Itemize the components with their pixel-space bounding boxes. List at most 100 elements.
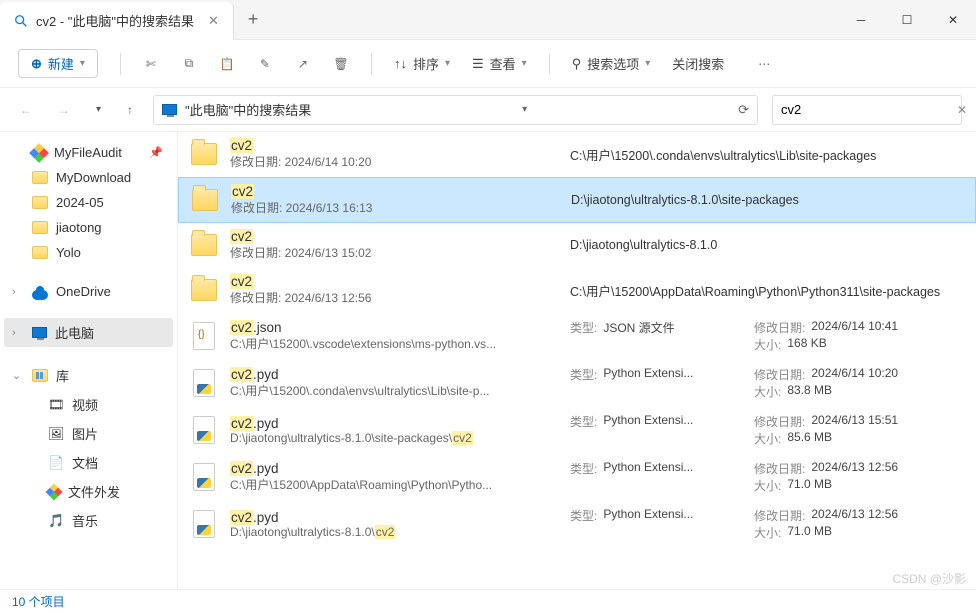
result-main: cv2修改日期: 2024/6/13 16:13 (231, 184, 571, 216)
result-subtitle: 修改日期: 2024/6/13 16:13 (231, 199, 571, 216)
result-main: cv2.pydD:\jiaotong\ultralytics-8.1.0\sit… (230, 416, 570, 445)
result-subtitle: 修改日期: 2024/6/13 15:02 (230, 244, 570, 261)
more-icon[interactable]: ⋯ (756, 56, 772, 72)
result-row[interactable]: cv2.pydC:\用户\15200\AppData\Roaming\Pytho… (178, 454, 976, 501)
sidebar-item-videos[interactable]: 🎞视频 (4, 390, 173, 419)
sidebar-item-jiaotong[interactable]: jiaotong (4, 215, 173, 240)
result-subtitle: C:\用户\15200\AppData\Roaming\Python\Pytho… (230, 476, 570, 493)
result-path: D:\jiaotong\ultralytics-8.1.0\site-packa… (571, 193, 961, 207)
sidebar-item-yolo[interactable]: Yolo (4, 240, 173, 265)
titlebar: cv2 - "此电脑"中的搜索结果 ✕ + ─ ☐ ✕ (0, 0, 976, 40)
json-file-icon (188, 320, 220, 352)
result-row[interactable]: cv2修改日期: 2024/6/13 12:56C:\用户\15200\AppD… (178, 268, 976, 313)
result-row[interactable]: cv2修改日期: 2024/6/13 16:13D:\jiaotong\ultr… (178, 177, 976, 223)
result-row[interactable]: cv2修改日期: 2024/6/14 10:20C:\用户\15200\.con… (178, 132, 976, 177)
search-input[interactable] (781, 102, 957, 117)
sidebar-item-onedrive[interactable]: ›OneDrive (4, 279, 173, 304)
chevron-down-icon: ▾ (80, 58, 85, 69)
search-box[interactable]: ✕ (772, 95, 962, 125)
result-path: D:\jiaotong\ultralytics-8.1.0 (570, 238, 960, 252)
back-button[interactable]: ← (14, 99, 38, 121)
sidebar-item-thispc[interactable]: ›此电脑 (4, 318, 173, 347)
chevron-right-icon[interactable]: › (12, 327, 16, 339)
chevron-down-icon: ▾ (645, 58, 650, 69)
cut-icon[interactable]: ✄ (143, 56, 159, 72)
music-icon: 🎵 (48, 513, 64, 529)
rename-icon[interactable]: ✎ (257, 56, 273, 72)
result-name: cv2.pyd (230, 416, 570, 431)
minimize-button[interactable]: ─ (838, 4, 884, 36)
up-button[interactable]: ↑ (121, 99, 139, 121)
diamond-icon (46, 483, 63, 500)
sidebar-item-myfileaudit[interactable]: MyFileAudit📌 (4, 140, 173, 165)
status-bar: 10 个项目 (0, 589, 976, 613)
search-options-button[interactable]: ⚲ 搜索选项 ▾ (572, 54, 651, 73)
chevron-down-icon[interactable]: ▾ (522, 104, 527, 115)
new-button[interactable]: ⊕ 新建 ▾ (18, 49, 98, 78)
address-text: "此电脑"中的搜索结果 (185, 100, 311, 119)
result-row[interactable]: cv2.pydC:\用户\15200\.conda\envs\ultralyti… (178, 360, 976, 407)
forward-button[interactable]: → (52, 99, 76, 121)
chevron-down-icon[interactable]: ⌄ (12, 369, 21, 382)
new-tab-button[interactable]: + (234, 9, 273, 30)
result-name: cv2 (231, 184, 571, 199)
modified-label: 修改日期: (230, 291, 281, 305)
sidebar-item-fileshare[interactable]: 文件外发 (4, 477, 173, 506)
close-search-button[interactable]: 关闭搜索 (672, 54, 724, 73)
result-meta: 类型:JSON 源文件修改日期:2024/6/14 10:41大小:168 KB (570, 319, 966, 353)
result-row[interactable]: cv2.pydD:\jiaotong\ultralytics-8.1.0\cv2… (178, 501, 976, 548)
delete-icon[interactable]: 🗑 (333, 56, 349, 72)
refresh-icon[interactable]: ⟳ (738, 102, 749, 118)
sidebar-item-mydownload[interactable]: MyDownload (4, 165, 173, 190)
result-subtitle: 修改日期: 2024/6/14 10:20 (230, 153, 570, 170)
sidebar-item-pictures[interactable]: 🖼图片 (4, 419, 173, 448)
folder-icon (32, 196, 48, 209)
address-field[interactable]: "此电脑"中的搜索结果 ▾ ⟳ (153, 95, 758, 125)
result-name: cv2 (230, 229, 570, 244)
result-subtitle: C:\用户\15200\.vscode\extensions\ms-python… (230, 335, 570, 352)
modified-label: 修改日期: (231, 201, 282, 215)
result-row[interactable]: cv2.pydD:\jiaotong\ultralytics-8.1.0\sit… (178, 407, 976, 454)
pc-icon (32, 327, 47, 338)
result-meta: 类型:Python Extensi...修改日期:2024/6/14 10:20… (570, 366, 966, 400)
result-subtitle: D:\jiaotong\ultralytics-8.1.0\site-packa… (230, 431, 570, 445)
view-button[interactable]: ☰ 查看 ▾ (472, 54, 527, 73)
sidebar-item-music[interactable]: 🎵音乐 (4, 506, 173, 535)
result-main: cv2.pydC:\用户\15200\.conda\envs\ultralyti… (230, 367, 570, 399)
result-main: cv2.pydC:\用户\15200\AppData\Roaming\Pytho… (230, 461, 570, 493)
result-main: cv2修改日期: 2024/6/14 10:20 (230, 138, 570, 170)
paste-icon[interactable]: 📋 (219, 56, 235, 72)
folder-icon (188, 229, 220, 261)
chevron-down-icon: ▾ (445, 58, 450, 69)
result-row[interactable]: cv2修改日期: 2024/6/13 15:02D:\jiaotong\ultr… (178, 223, 976, 268)
toolbar: ⊕ 新建 ▾ ✄ ⧉ 📋 ✎ ↗ 🗑 ↑↓ 排序 ▾ ☰ 查看 ▾ ⚲ 搜索选项… (0, 40, 976, 88)
close-window-button[interactable]: ✕ (930, 4, 976, 36)
view-icon: ☰ (472, 56, 484, 72)
tab-active[interactable]: cv2 - "此电脑"中的搜索结果 ✕ (0, 2, 234, 40)
result-name: cv2.pyd (230, 510, 570, 525)
clear-icon[interactable]: ✕ (957, 103, 967, 117)
document-icon: 📄 (48, 455, 64, 471)
result-name: cv2.json (230, 320, 570, 335)
share-icon[interactable]: ↗ (295, 56, 311, 72)
close-icon[interactable]: ✕ (208, 13, 219, 29)
result-main: cv2.pydD:\jiaotong\ultralytics-8.1.0\cv2 (230, 510, 570, 539)
sidebar-item-documents[interactable]: 📄文档 (4, 448, 173, 477)
sidebar-item-library[interactable]: ⌄库 (4, 361, 173, 390)
result-row[interactable]: cv2.jsonC:\用户\15200\.vscode\extensions\m… (178, 313, 976, 360)
folder-icon (188, 274, 220, 306)
pyd-file-icon (188, 508, 220, 540)
chevron-right-icon[interactable]: › (12, 286, 16, 298)
copy-icon[interactable]: ⧉ (181, 56, 197, 72)
sidebar-item-date[interactable]: 2024-05 (4, 190, 173, 215)
plus-icon: ⊕ (31, 56, 42, 72)
diamond-icon (29, 143, 49, 163)
sort-button[interactable]: ↑↓ 排序 ▾ (394, 54, 450, 73)
result-name: cv2 (230, 274, 570, 289)
chevron-down-icon[interactable]: ▾ (90, 100, 107, 119)
folder-icon (32, 171, 48, 184)
sidebar: MyFileAudit📌 MyDownload 2024-05 jiaotong… (0, 132, 178, 589)
result-main: cv2修改日期: 2024/6/13 15:02 (230, 229, 570, 261)
maximize-button[interactable]: ☐ (884, 4, 930, 36)
pyd-file-icon (188, 461, 220, 493)
